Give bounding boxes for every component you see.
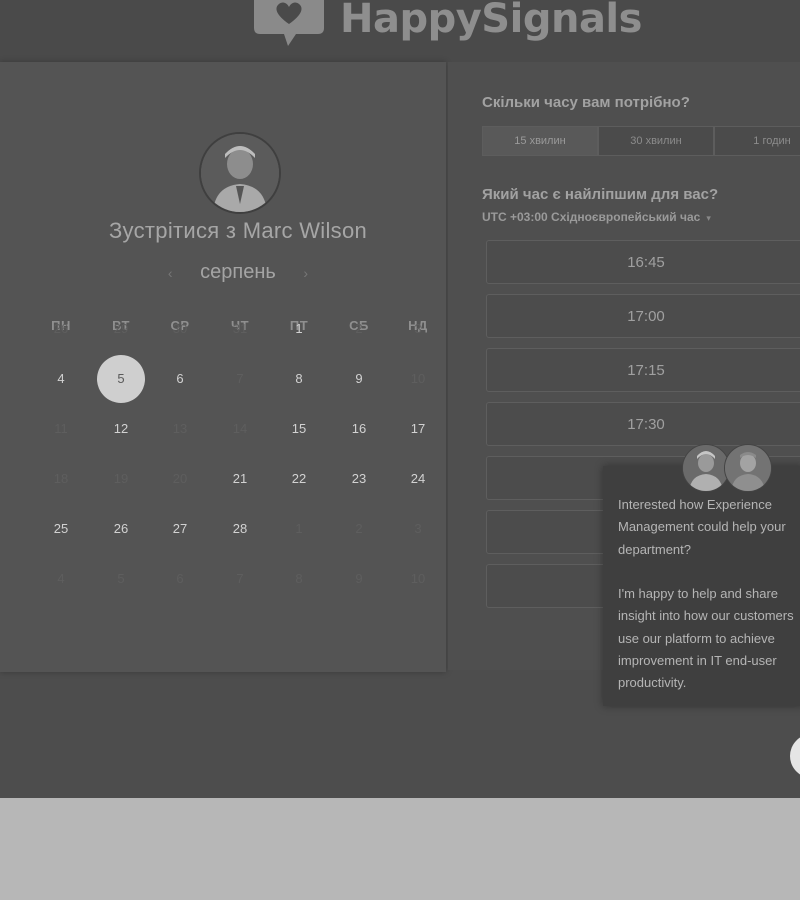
header: HappySignals — [0, 0, 800, 62]
calendar-day: 5 — [117, 571, 125, 586]
heart-speech-bubble-icon — [250, 0, 328, 50]
calendar-day: 19 — [113, 471, 129, 486]
brand-name: HappySignals — [340, 0, 642, 42]
duration-selector: 15 хвилин 30 хвилин 1 годин — [482, 126, 800, 156]
month-label: серпень — [200, 261, 276, 283]
timezone-select[interactable]: UTC +03:00 Східноєвропейський час ▾ — [482, 210, 711, 224]
chat-message: Interested how Experience Management cou… — [618, 497, 794, 691]
calendar-day: 29 — [113, 321, 129, 336]
calendar-day[interactable]: 4 — [37, 355, 85, 403]
host-avatar — [199, 132, 281, 214]
chat-agent-avatar — [724, 444, 772, 492]
time-slot-button[interactable]: 17:00 — [486, 294, 800, 338]
brand-logo: HappySignals — [250, 0, 642, 50]
duration-question: Скільки часу вам потрібно? — [482, 94, 690, 111]
calendar-day[interactable]: 23 — [335, 455, 383, 503]
calendar-day: 3 — [414, 321, 422, 336]
time-slot-button[interactable]: 17:30 — [486, 402, 800, 446]
caret-down-icon: ▾ — [706, 213, 711, 223]
calendar-day: 10 — [410, 571, 426, 586]
calendar-day: 7 — [236, 371, 244, 386]
calendar-panel: Зустрітися з Marc Wilson ‹ серпень › ПН В… — [0, 62, 446, 672]
calendar-day[interactable]: 6 — [156, 355, 204, 403]
duration-option[interactable]: 15 хвилин — [482, 126, 598, 156]
timezone-label: UTC +03:00 Східноєвропейський час — [482, 210, 701, 224]
calendar-day[interactable]: 15 — [275, 405, 323, 453]
meeting-title: Зустрітися з Marc Wilson — [108, 218, 368, 243]
calendar-day: 4 — [57, 571, 65, 586]
month-navigator: ‹ серпень › — [0, 261, 476, 284]
calendar-day: 31 — [232, 321, 248, 336]
calendar-day-selected[interactable]: 5 — [97, 355, 145, 403]
time-slot-button[interactable]: 16:45 — [486, 240, 800, 284]
calendar-day[interactable]: 8 — [275, 355, 323, 403]
calendar-day: 1 — [295, 521, 303, 536]
chevron-right-icon[interactable]: › — [303, 265, 308, 281]
time-question: Який час є найліпшим для вас? — [482, 186, 719, 203]
calendar-day[interactable]: 21 — [216, 455, 264, 503]
calendar-day: 18 — [53, 471, 69, 486]
calendar-day: 3 — [414, 521, 422, 536]
chevron-left-icon[interactable]: ‹ — [168, 265, 173, 281]
calendar-day[interactable]: 24 — [394, 455, 442, 503]
calendar-day: 7 — [236, 571, 244, 586]
calendar-day: 8 — [295, 571, 303, 586]
chat-agent-avatar — [682, 444, 730, 492]
calendar-day: 6 — [176, 571, 184, 586]
chat-popup: Interested how Experience Management cou… — [603, 466, 800, 706]
calendar-day[interactable]: 9 — [335, 355, 383, 403]
calendar-day: 11 — [54, 421, 68, 436]
time-slot-button[interactable]: 17:15 — [486, 348, 800, 392]
calendar-day[interactable]: 1 — [275, 305, 323, 353]
calendar-day: 20 — [172, 471, 188, 486]
calendar-day: 2 — [355, 521, 363, 536]
calendar-day[interactable]: 27 — [156, 505, 204, 553]
calendar-day[interactable]: 28 — [216, 505, 264, 553]
calendar-day[interactable]: 25 — [37, 505, 85, 553]
calendar-day: 13 — [172, 421, 188, 436]
calendar-day: 10 — [410, 371, 426, 386]
calendar-day: 9 — [355, 571, 363, 586]
calendar-day[interactable]: 22 — [275, 455, 323, 503]
scheduler-app: HappySignals Зустрітися з Marc Wilson ‹ … — [0, 0, 800, 798]
calendar-day: 14 — [232, 421, 248, 436]
calendar-day: 2 — [355, 321, 363, 336]
duration-option[interactable]: 1 годин — [714, 126, 800, 156]
calendar-day: 26 — [53, 321, 69, 336]
calendar-day: 30 — [172, 321, 188, 336]
duration-option[interactable]: 30 хвилин — [598, 126, 714, 156]
calendar-day[interactable]: 12 — [97, 405, 145, 453]
chat-launcher-button[interactable] — [790, 734, 800, 778]
calendar-day[interactable]: 26 — [97, 505, 145, 553]
calendar-day[interactable]: 16 — [335, 405, 383, 453]
calendar-day[interactable]: 17 — [394, 405, 442, 453]
